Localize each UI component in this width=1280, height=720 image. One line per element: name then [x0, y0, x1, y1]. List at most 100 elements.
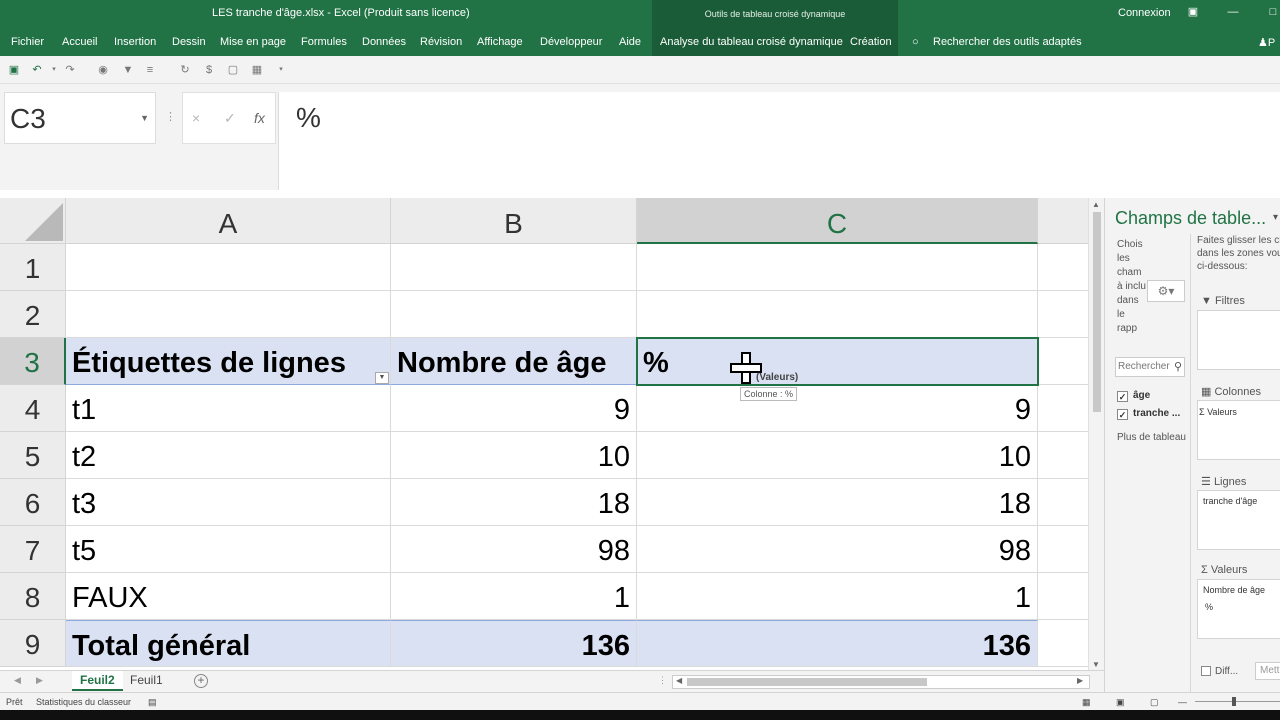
checkbox-unchecked-icon[interactable] — [1201, 666, 1211, 676]
cell-d6[interactable] — [1038, 479, 1088, 526]
page-layout-view-icon[interactable]: ▣ — [1116, 697, 1125, 708]
checkbox-checked-icon[interactable]: ✓ — [1117, 409, 1128, 420]
row-label-cell[interactable]: t3 — [66, 479, 391, 526]
row-label-cell[interactable]: t2 — [66, 432, 391, 479]
tab-aide[interactable]: Aide — [619, 36, 641, 48]
save-icon[interactable]: ▣ — [7, 63, 21, 77]
grid-icon[interactable]: ▦ — [250, 63, 264, 77]
panel-options-icon[interactable]: ▾ — [1273, 212, 1278, 223]
minimize-icon[interactable]: — — [1226, 6, 1240, 18]
percent-value-cell[interactable]: 18 — [637, 479, 1038, 526]
count-value-cell[interactable]: 1 — [391, 573, 637, 620]
tab-insertion[interactable]: Insertion — [114, 36, 156, 48]
zoom-slider[interactable] — [1195, 701, 1280, 702]
cell-d5[interactable] — [1038, 432, 1088, 479]
scroll-up-icon[interactable]: ▲ — [1092, 200, 1100, 209]
vertical-scrollbar[interactable]: ▲ ▼ — [1088, 198, 1104, 672]
row-header[interactable]: 9 — [0, 620, 66, 667]
splitter-icon[interactable]: ⋮ — [658, 675, 667, 686]
camera-icon[interactable]: ◉ — [96, 63, 110, 77]
normal-view-icon[interactable]: ▦ — [1082, 697, 1091, 708]
scroll-right-icon[interactable]: ▶ — [1077, 676, 1083, 685]
field-item-age[interactable]: ✓ âge — [1117, 390, 1150, 402]
row-header[interactable]: 6 — [0, 479, 66, 526]
sheet-tab-feuil2[interactable]: Feuil2 — [72, 671, 123, 691]
signin-link[interactable]: Connexion — [1118, 7, 1171, 19]
currency-icon[interactable]: $ — [202, 63, 216, 77]
cell-d3[interactable] — [1038, 338, 1088, 385]
cell-a1[interactable] — [66, 244, 391, 291]
pivot-count-header[interactable]: Nombre de âge — [391, 338, 637, 385]
values-zone-item[interactable]: Nombre de âge — [1203, 585, 1265, 595]
tab-analyse-tcd[interactable]: Analyse du tableau croisé dynamique — [660, 36, 843, 48]
horizontal-scrollbar[interactable]: ◀ ▶ — [672, 675, 1090, 689]
percent-value-cell[interactable]: 1 — [637, 573, 1038, 620]
formula-input[interactable]: % — [278, 92, 1280, 190]
workbook-stats-button[interactable]: Statistiques du classeur — [36, 697, 131, 707]
name-box[interactable]: C3 ▼ — [4, 92, 156, 144]
percent-value-cell[interactable]: 10 — [637, 432, 1038, 479]
maximize-icon[interactable]: □ — [1266, 6, 1280, 18]
enter-icon[interactable]: ✓ — [224, 110, 236, 127]
column-header-b[interactable]: B — [391, 198, 637, 244]
row-header[interactable]: 4 — [0, 385, 66, 432]
pivot-row-labels-header[interactable]: Étiquettes de lignes — [66, 338, 391, 385]
count-value-cell[interactable]: 10 — [391, 432, 637, 479]
column-header-a[interactable]: A — [66, 198, 391, 244]
row-header[interactable]: 2 — [0, 291, 66, 338]
count-value-cell[interactable]: 9 — [391, 385, 637, 432]
row-label-cell[interactable]: FAUX — [66, 573, 391, 620]
gear-icon[interactable]: ⚙▾ — [1147, 280, 1185, 302]
macro-record-icon[interactable]: ▤ — [148, 697, 157, 708]
cell-d1[interactable] — [1038, 244, 1088, 291]
scroll-left-icon[interactable]: ◀ — [676, 676, 682, 685]
count-value-cell[interactable]: 18 — [391, 479, 637, 526]
tab-mise-en-page[interactable]: Mise en page — [220, 36, 286, 48]
filters-drop-zone[interactable] — [1197, 310, 1280, 370]
page-break-view-icon[interactable]: ▢ — [1150, 697, 1159, 708]
tab-fichier[interactable]: Fichier — [11, 36, 44, 48]
chevron-down-icon[interactable]: ▼ — [140, 113, 149, 123]
customize-qat-icon[interactable]: ▾ — [274, 63, 288, 77]
splitter-icon[interactable]: ⋮ — [165, 110, 176, 123]
update-button[interactable]: Mett — [1255, 662, 1280, 680]
cell-d7[interactable] — [1038, 526, 1088, 573]
scroll-down-icon[interactable]: ▼ — [1092, 660, 1100, 669]
count-value-cell[interactable]: 98 — [391, 526, 637, 573]
add-sheet-icon[interactable]: + — [194, 674, 208, 688]
zoom-slider-thumb[interactable] — [1232, 697, 1236, 706]
row-label-cell[interactable]: t1 — [66, 385, 391, 432]
row-label-cell[interactable]: t5 — [66, 526, 391, 573]
checkbox-checked-icon[interactable]: ✓ — [1117, 391, 1128, 402]
tab-formules[interactable]: Formules — [301, 36, 347, 48]
percent-value-cell[interactable]: 9 — [637, 385, 1038, 432]
cell-b2[interactable] — [391, 291, 637, 338]
row-labels-filter-button[interactable]: ▼ — [375, 372, 389, 384]
horizontal-scroll-thumb[interactable] — [687, 678, 927, 686]
worksheet-grid[interactable]: A B C 1 2 3 Étiquettes de lignes Nombre … — [0, 198, 1088, 670]
column-header-d[interactable] — [1038, 198, 1088, 244]
row-header[interactable]: 3 — [0, 338, 66, 385]
new-document-icon[interactable]: ▢ — [226, 63, 240, 77]
undo-icon[interactable]: ↶ — [30, 63, 44, 77]
cancel-icon[interactable]: × — [192, 110, 200, 126]
cell-a2[interactable] — [66, 291, 391, 338]
tab-affichage[interactable]: Affichage — [477, 36, 523, 48]
rows-zone-item[interactable]: tranche d'âge — [1203, 496, 1257, 506]
cell-d2[interactable] — [1038, 291, 1088, 338]
row-header[interactable]: 5 — [0, 432, 66, 479]
more-tables-link[interactable]: Plus de tableau — [1117, 432, 1186, 443]
cell-d4[interactable] — [1038, 385, 1088, 432]
search-icon[interactable]: ⚲ — [1174, 360, 1182, 373]
field-item-tranche[interactable]: ✓ tranche ... — [1117, 408, 1180, 420]
values-zone-item[interactable]: % — [1205, 602, 1213, 612]
next-sheet-icon[interactable]: ▶ — [36, 675, 43, 686]
cell-d8[interactable] — [1038, 573, 1088, 620]
row-header[interactable]: 7 — [0, 526, 66, 573]
share-button[interactable]: ♟P — [1258, 36, 1275, 49]
tab-donnees[interactable]: Données — [362, 36, 406, 48]
tab-dessin[interactable]: Dessin — [172, 36, 206, 48]
field-search-input[interactable]: Rechercher ⚲ — [1115, 357, 1185, 377]
select-all-button[interactable] — [0, 198, 66, 244]
tab-accueil[interactable]: Accueil — [62, 36, 97, 48]
